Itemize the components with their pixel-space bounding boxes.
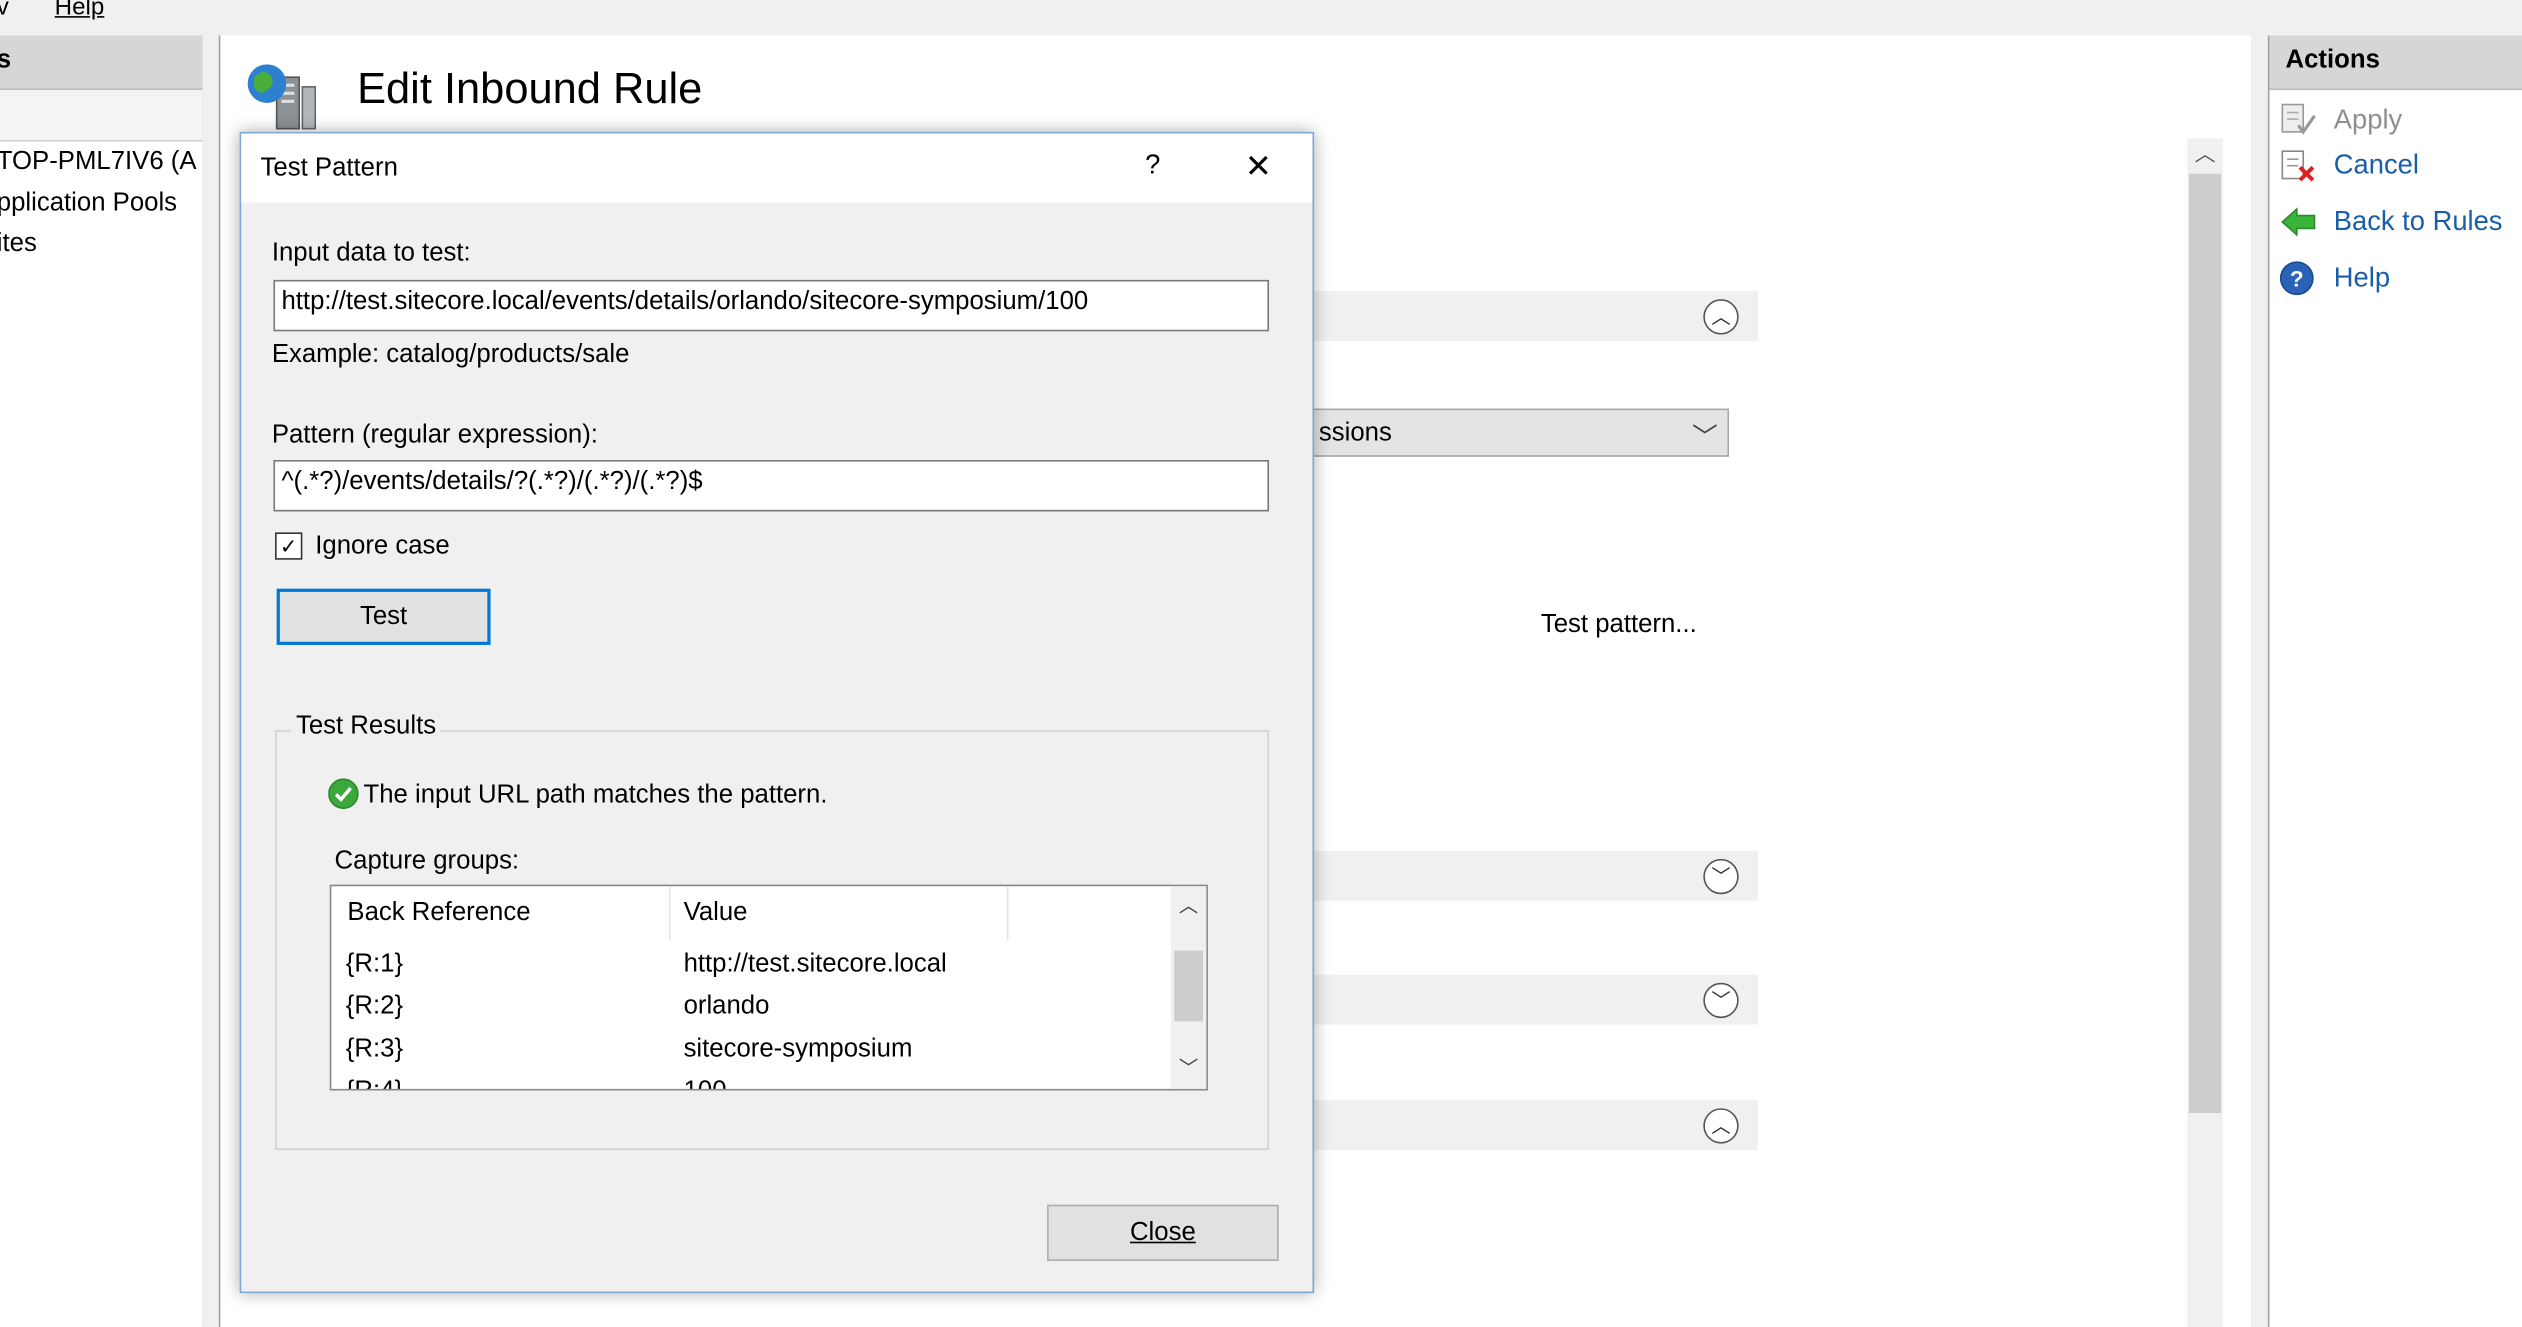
splitter-right[interactable]	[2251, 35, 2268, 1327]
action-cancel[interactable]: Cancel	[2334, 150, 2419, 182]
collapse-chevron-icon[interactable]: ︿	[1703, 1108, 1739, 1144]
tree-item-sites[interactable]: ites	[0, 230, 37, 259]
row-value: sitecore-symposium	[683, 1035, 913, 1064]
back-arrow-icon	[2281, 207, 2316, 237]
help-icon: ?	[2279, 261, 2314, 296]
actions-title: Actions	[2285, 46, 2380, 74]
globe-server-icon	[247, 64, 317, 130]
row-ref: {R:1}	[345, 950, 404, 978]
row-value: 100	[684, 1078, 727, 1089]
splitter-left[interactable]	[202, 35, 219, 1327]
scroll-down-icon[interactable]: ﹀	[1171, 1054, 1206, 1081]
action-apply[interactable]: Apply	[2334, 105, 2402, 137]
row-ref: {R:2}	[345, 992, 404, 1020]
svg-text:?: ?	[2290, 266, 2304, 291]
scroll-thumb[interactable]	[2189, 173, 2222, 1114]
row-value: orlando	[683, 992, 770, 1020]
test-pattern-button[interactable]: Test pattern...	[1541, 611, 1697, 640]
capture-groups-list[interactable]: Back Reference Value {R:1} http://test.s…	[329, 884, 1208, 1091]
actions-header: Actions	[2269, 35, 2522, 91]
chevron-down-icon: ﹀	[1692, 424, 1718, 452]
capture-groups-label: Capture groups:	[334, 847, 520, 875]
test-results-legend: Test Results	[291, 712, 441, 742]
expand-chevron-icon[interactable]: ﹀	[1703, 858, 1739, 895]
expand-chevron-icon[interactable]: ﹀	[1703, 982, 1739, 1019]
close-icon[interactable]: ✕	[1245, 146, 1272, 186]
success-check-icon	[328, 778, 359, 810]
scroll-up-icon[interactable]: ︿	[1171, 891, 1206, 918]
cancel-icon	[2281, 150, 2315, 182]
connections-pane: s TOP-PML7IV6 (A pplication Pools ites	[0, 35, 205, 1327]
menu-view[interactable]: v	[0, 0, 9, 21]
row-ref: {R:3}	[345, 1035, 404, 1064]
example-text: Example: catalog/products/sale	[271, 340, 630, 369]
pattern-field[interactable]: ^(.*?)/events/details/?(.*?)/(.*?)/(.*?)…	[273, 460, 1270, 512]
connections-toolbar	[0, 90, 203, 142]
section-header-match-url[interactable]: ︿	[1310, 291, 1758, 341]
column-header-label: Value	[683, 899, 748, 927]
list-scrollbar[interactable]: ︿ ﹀	[1170, 886, 1207, 1089]
menu-bar: v Help	[0, 0, 2522, 36]
help-question-icon[interactable]: ?	[1145, 150, 1160, 182]
combo-value: ssions	[1318, 419, 1392, 448]
close-button[interactable]: Close	[1047, 1204, 1279, 1261]
collapse-chevron-icon[interactable]: ︿	[1703, 299, 1739, 335]
apply-icon	[2281, 103, 2316, 135]
ignore-case-checkbox[interactable]: ✓	[275, 532, 303, 560]
input-data-label: Input data to test:	[271, 239, 471, 267]
tree-item-server[interactable]: TOP-PML7IV6 (A	[0, 148, 197, 177]
input-data-field[interactable]: http://test.sitecore.local/events/detail…	[273, 279, 1270, 332]
tree-item-application-pools[interactable]: pplication Pools	[0, 190, 177, 219]
content-scrollbar[interactable]: ︿	[2187, 138, 2223, 1327]
connections-title: s	[0, 47, 11, 76]
row-ref: {R:4}	[346, 1078, 403, 1089]
section-header-server-variables[interactable]: ﹀	[1310, 974, 1758, 1025]
scroll-up-icon[interactable]: ︿	[2187, 138, 2222, 170]
connections-header: s	[0, 35, 203, 91]
checkmark-icon: ✓	[279, 533, 298, 559]
menu-help[interactable]: Help	[55, 0, 105, 21]
test-button[interactable]: Test	[276, 588, 491, 645]
section-header-conditions[interactable]: ﹀	[1310, 850, 1758, 901]
column-header-label: Back Reference	[347, 899, 531, 927]
ignore-case-label[interactable]: Ignore case	[315, 532, 449, 561]
column-header-value[interactable]: Value	[671, 886, 1009, 941]
action-help[interactable]: Help	[2334, 262, 2390, 294]
column-header-back-reference[interactable]: Back Reference	[331, 886, 671, 941]
using-combo[interactable]: ssions ﹀	[1310, 408, 1730, 457]
list-scroll-thumb[interactable]	[1174, 950, 1204, 1022]
action-back-to-rules[interactable]: Back to Rules	[2334, 206, 2503, 238]
test-pattern-dialog: Test Pattern ? ✕ Input data to test: htt…	[239, 131, 1315, 1294]
iis-manager-window: v Help s TOP-PML7IV6 (A pplication Pools…	[0, 0, 2522, 1327]
dialog-title: Test Pattern	[260, 154, 398, 182]
match-message: The input URL path matches the pattern.	[363, 781, 828, 810]
section-header-action[interactable]: ︿	[1310, 1100, 1758, 1151]
row-value: http://test.sitecore.local	[683, 950, 947, 978]
pattern-label: Pattern (regular expression):	[271, 421, 598, 449]
dialog-titlebar[interactable]: Test Pattern ? ✕	[241, 133, 1313, 203]
page-title: Edit Inbound Rule	[357, 64, 703, 113]
